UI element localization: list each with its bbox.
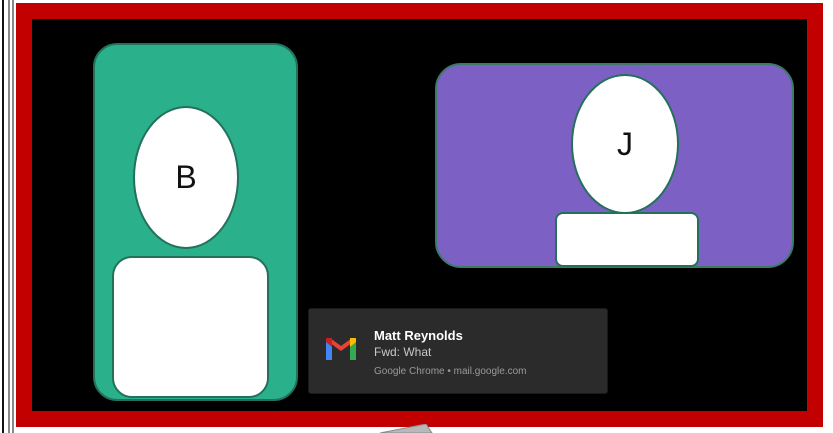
left-edge-lines [2, 0, 14, 433]
participant-body-j [555, 212, 699, 267]
email-notification-toast[interactable]: Matt Reynolds Fwd: What Google Chrome • … [309, 309, 607, 393]
notification-sender: Matt Reynolds [374, 328, 463, 343]
participant-avatar-j: J [571, 74, 679, 214]
notification-source: Google Chrome • mail.google.com [374, 366, 527, 377]
pointer-cursor-icon [379, 424, 433, 433]
participant-avatar-b: B [133, 106, 239, 249]
participant-initial-j: J [617, 125, 633, 162]
gmail-icon [326, 338, 356, 360]
participant-initial-b: B [175, 159, 197, 195]
participant-body-b [112, 256, 269, 398]
notification-subject: Fwd: What [374, 345, 432, 359]
screen: B J Matt Reynolds Fwd: What Google Chrom… [0, 0, 833, 433]
